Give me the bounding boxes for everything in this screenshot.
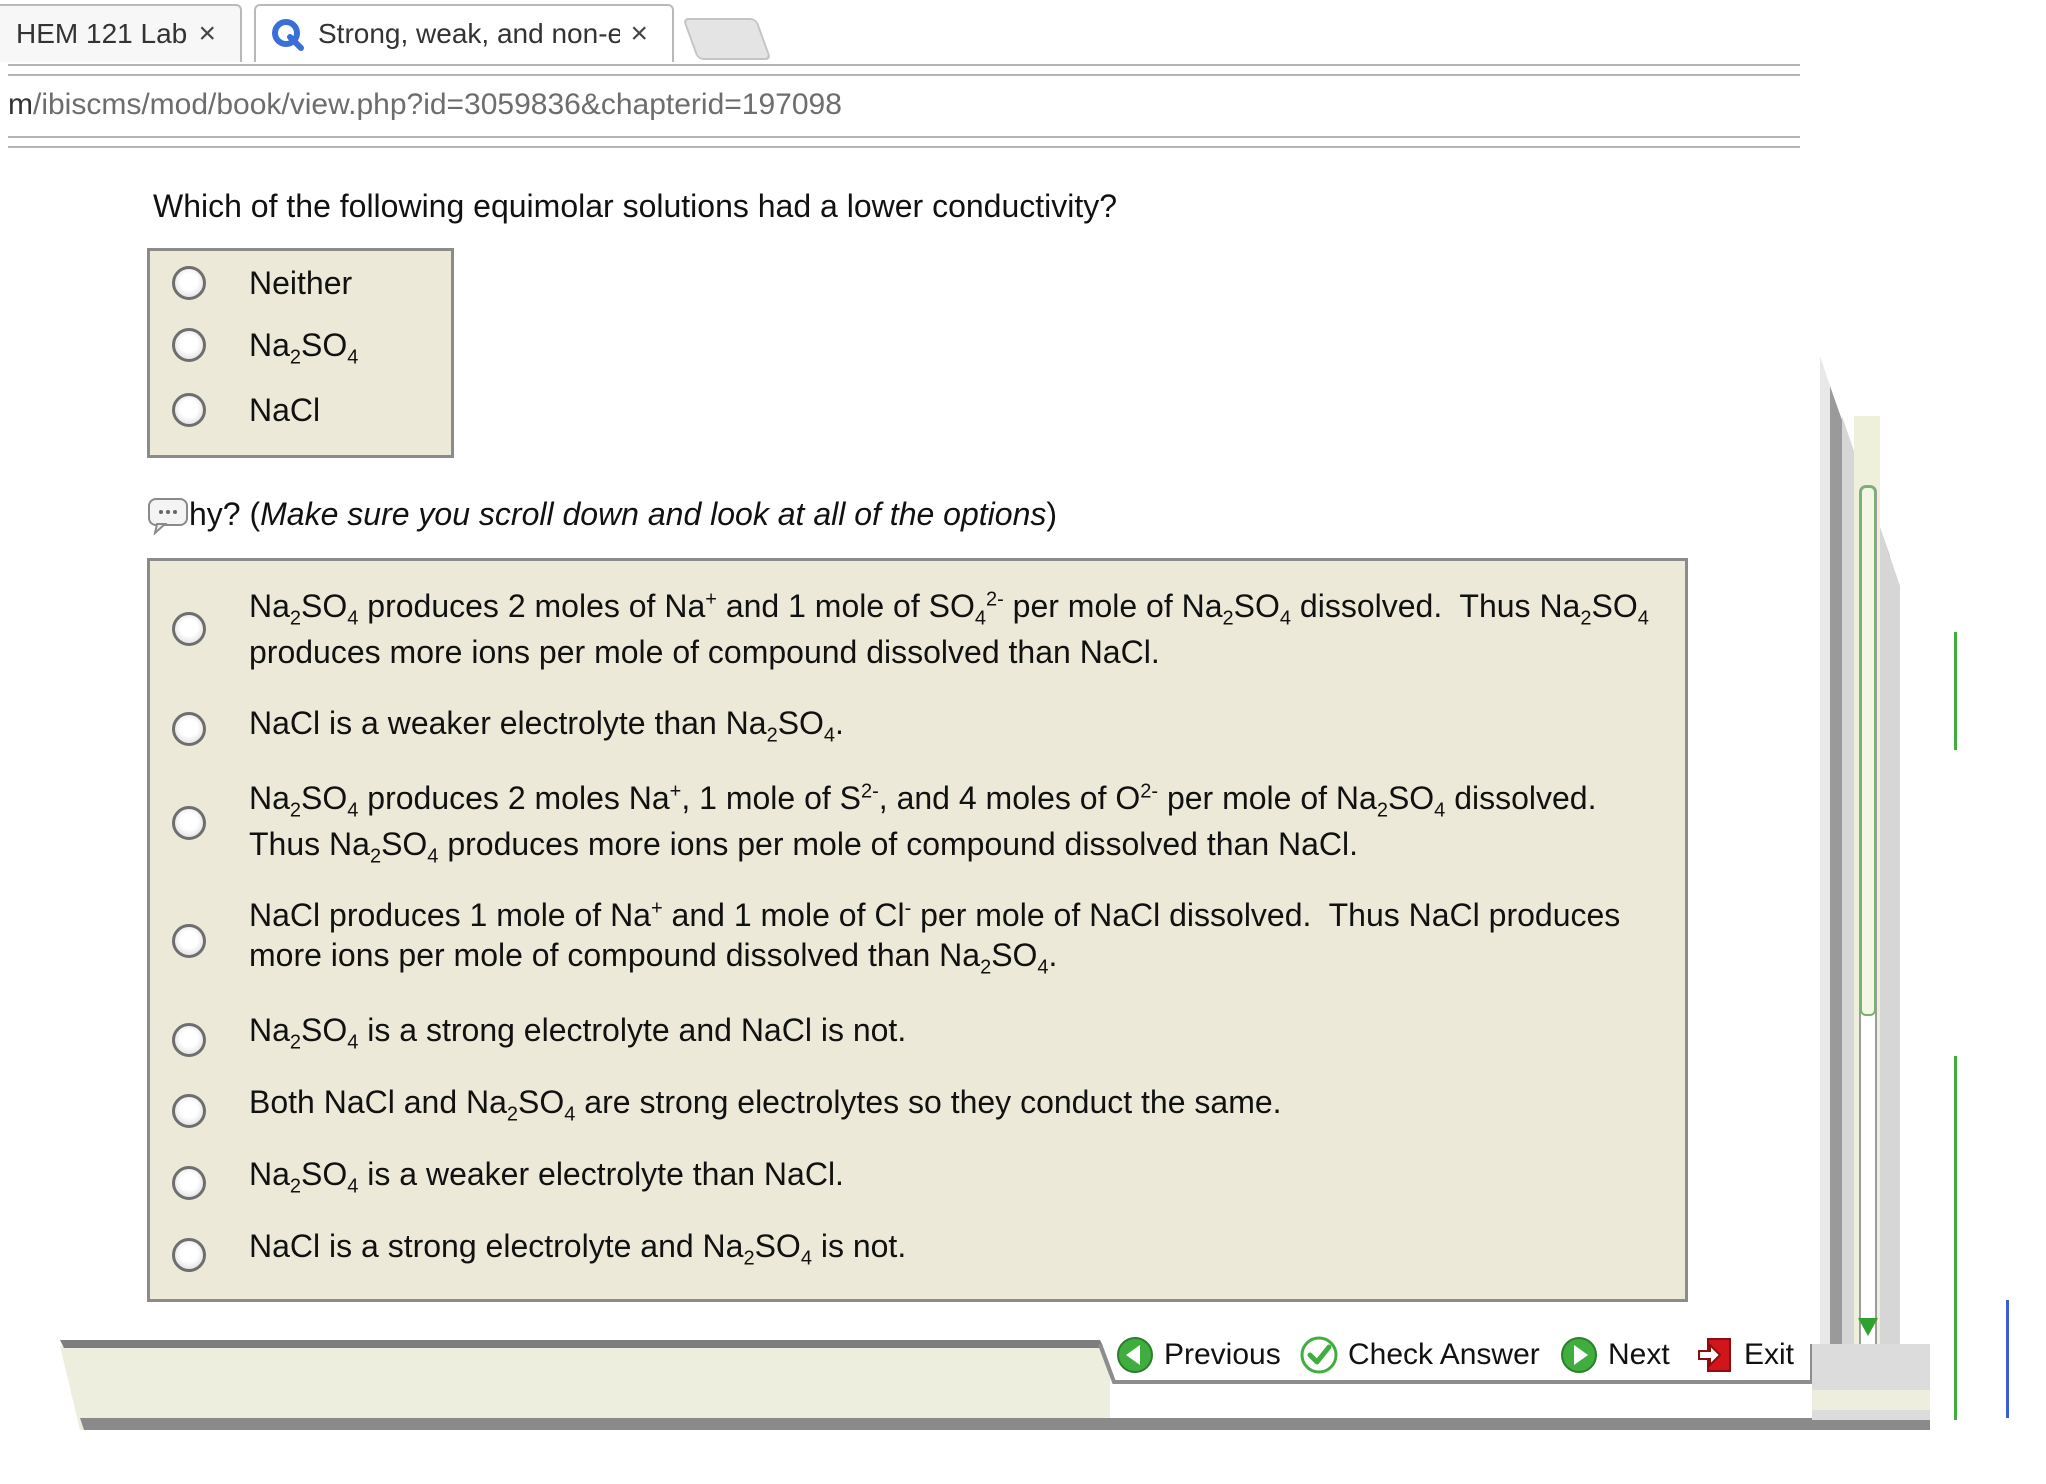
addressbar-divider-2 bbox=[8, 146, 1800, 148]
check-answer-button[interactable]: Check Answer bbox=[1300, 1336, 1540, 1374]
exit-door-icon bbox=[1698, 1338, 1731, 1372]
address-bar[interactable]: m/ibiscms/mod/book/view.php?id=3059836&c… bbox=[8, 88, 842, 122]
tab-strong-weak[interactable]: Strong, weak, and non-el × bbox=[254, 4, 674, 62]
radio-button[interactable] bbox=[172, 1023, 206, 1057]
reason-option-6[interactable]: Both NaCl and Na2SO4 are strong electrol… bbox=[150, 1073, 1685, 1129]
option-label: Na2SO4 produces 2 moles of Na+ and 1 mol… bbox=[249, 588, 1649, 670]
why-instruction: Make sure you scroll down and look at al… bbox=[260, 496, 1047, 532]
option-label: Neither bbox=[249, 265, 353, 301]
previous-label: Previous bbox=[1164, 1338, 1281, 1371]
radio-button[interactable] bbox=[172, 328, 206, 362]
tab-title: Strong, weak, and non-el bbox=[318, 18, 621, 49]
option-label: NaCl is a weaker electrolyte than Na2SO4… bbox=[249, 705, 844, 747]
radio-button[interactable] bbox=[172, 612, 206, 646]
decorative-line bbox=[1954, 1056, 1957, 1420]
option-label: Both NaCl and Na2SO4 are strong electrol… bbox=[249, 1084, 1282, 1126]
radio-button[interactable] bbox=[172, 924, 206, 958]
radio-button[interactable] bbox=[172, 712, 206, 746]
explanation-options-box: Na2SO4 produces 2 moles of Na+ and 1 mol… bbox=[147, 558, 1688, 1302]
url-domain-fragment: m bbox=[8, 88, 33, 121]
option-nacl[interactable]: NaCl bbox=[150, 379, 451, 439]
option-label: Na2SO4 is a weaker electrolyte than NaCl… bbox=[249, 1156, 844, 1198]
why-label: hy? ( bbox=[189, 496, 261, 532]
toolbar-divider bbox=[8, 74, 1800, 76]
decorative-line bbox=[1954, 632, 1957, 750]
answer-options-box: Neither Na2SO4 NaCl bbox=[147, 248, 454, 458]
radio-button[interactable] bbox=[172, 806, 206, 840]
option-label: Na2SO4 bbox=[249, 327, 359, 369]
reason-option-1[interactable]: Na2SO4 produces 2 moles of Na+ and 1 mol… bbox=[150, 581, 1685, 677]
question-text: Which of the following equimolar solutio… bbox=[153, 188, 1118, 224]
radio-button[interactable] bbox=[172, 393, 206, 427]
tab-chem-lab[interactable]: HEM 121 Lab - × bbox=[0, 4, 242, 62]
radio-button[interactable] bbox=[172, 1094, 206, 1128]
why-close: ) bbox=[1046, 496, 1058, 532]
tab-strip: HEM 121 Lab - × Strong, weak, and non-el… bbox=[0, 0, 1800, 68]
check-answer-label: Check Answer bbox=[1348, 1338, 1540, 1371]
option-na2so4[interactable]: Na2SO4 bbox=[150, 316, 451, 376]
previous-button[interactable]: Previous bbox=[1116, 1336, 1281, 1374]
quizlet-q-icon bbox=[272, 19, 304, 51]
radio-button[interactable] bbox=[172, 1166, 206, 1200]
option-label: NaCl bbox=[249, 392, 321, 428]
reason-option-7[interactable]: Na2SO4 is a weaker electrolyte than NaCl… bbox=[150, 1145, 1685, 1201]
reason-option-4[interactable]: NaCl produces 1 mole of Na+ and 1 mole o… bbox=[150, 895, 1685, 985]
previous-arrow-icon bbox=[1117, 1337, 1153, 1373]
exit-button[interactable]: Exit bbox=[1696, 1336, 1794, 1374]
exit-label: Exit bbox=[1744, 1338, 1795, 1371]
decorative-line bbox=[2006, 1300, 2009, 1418]
close-tab-icon[interactable]: × bbox=[198, 17, 216, 51]
radio-button[interactable] bbox=[172, 1238, 206, 1272]
tabstrip-divider bbox=[8, 64, 1800, 66]
reason-option-5[interactable]: Na2SO4 is a strong electrolyte and NaCl … bbox=[150, 1001, 1685, 1057]
option-label: Na2SO4 is a strong electrolyte and NaCl … bbox=[249, 1012, 907, 1054]
scroll-down-arrow-icon[interactable] bbox=[1854, 1314, 1882, 1340]
close-tab-icon[interactable]: × bbox=[630, 17, 648, 51]
reason-option-3[interactable]: Na2SO4 produces 2 moles Na+, 1 mole of S… bbox=[150, 773, 1685, 869]
radio-button[interactable] bbox=[172, 266, 206, 300]
checkmark-icon bbox=[1300, 1336, 1338, 1374]
new-tab-button[interactable] bbox=[682, 18, 772, 60]
tab-title: HEM 121 Lab - bbox=[16, 18, 189, 49]
comment-bubble-icon[interactable] bbox=[147, 495, 189, 535]
option-label: NaCl produces 1 mole of Na+ and 1 mole o… bbox=[249, 897, 1621, 979]
addressbar-divider bbox=[8, 136, 1800, 138]
option-label: Na2SO4 produces 2 moles Na+, 1 mole of S… bbox=[249, 780, 1606, 868]
next-label: Next bbox=[1608, 1338, 1670, 1371]
reason-option-2[interactable]: NaCl is a weaker electrolyte than Na2SO4… bbox=[150, 696, 1685, 752]
next-arrow-icon bbox=[1561, 1337, 1597, 1373]
why-prompt: hy? (Make sure you scroll down and look … bbox=[147, 496, 1057, 537]
next-button[interactable]: Next bbox=[1560, 1336, 1670, 1374]
reason-option-8[interactable]: NaCl is a strong electrolyte and Na2SO4 … bbox=[150, 1217, 1685, 1273]
option-label: NaCl is a strong electrolyte and Na2SO4 … bbox=[249, 1228, 907, 1270]
scrollbar-thumb[interactable] bbox=[1860, 486, 1876, 1016]
option-neither[interactable]: Neither bbox=[150, 253, 451, 313]
url-path: /ibiscms/mod/book/view.php?id=3059836&ch… bbox=[33, 88, 842, 121]
